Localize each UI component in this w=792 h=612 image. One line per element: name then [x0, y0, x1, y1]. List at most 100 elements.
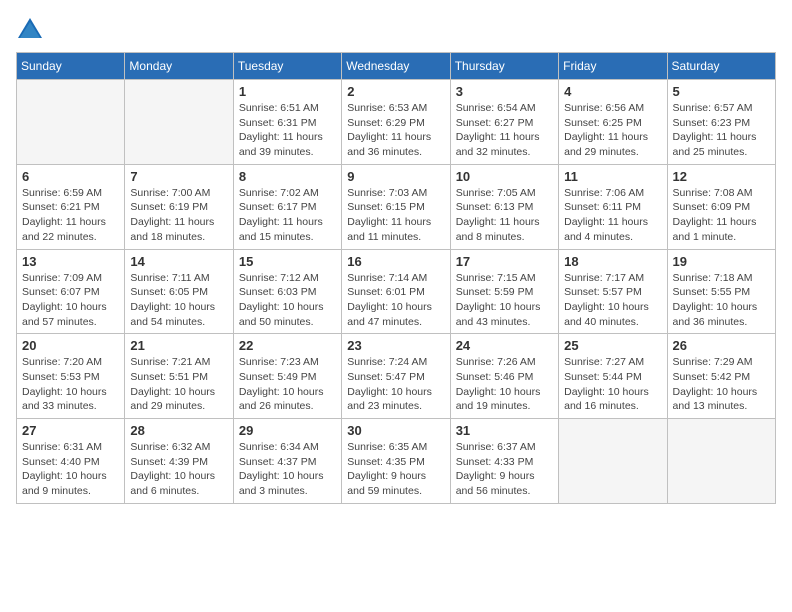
calendar-day-cell: 1Sunrise: 6:51 AM Sunset: 6:31 PM Daylig…	[233, 80, 341, 165]
calendar-day-cell: 20Sunrise: 7:20 AM Sunset: 5:53 PM Dayli…	[17, 334, 125, 419]
day-number: 12	[673, 169, 770, 184]
calendar-week-row: 6 Sunrise: 6:59 AM Sunset: 6:21 PM Daylig…	[17, 164, 776, 249]
day-info: Sunrise: 7:23 AM Sunset: 5:49 PM Dayligh…	[239, 355, 336, 414]
logo-icon	[16, 16, 44, 44]
day-number: 31	[456, 423, 553, 438]
calendar-day-cell: 4 Sunrise: 6:56 AM Sunset: 6:25 PM Daylig…	[559, 80, 667, 165]
calendar-day-cell: 23 Sunrise: 7:24 AM Sunset: 5:47 PM Dayli…	[342, 334, 450, 419]
day-info: Sunrise: 7:15 AM Sunset: 5:59 PM Dayligh…	[456, 271, 553, 330]
weekday-header-cell: Thursday	[450, 53, 558, 80]
day-number: 11	[564, 169, 661, 184]
calendar-week-row: 20Sunrise: 7:20 AM Sunset: 5:53 PM Dayli…	[17, 334, 776, 419]
day-info: Sunrise: 6:32 AM Sunset: 4:39 PM Dayligh…	[130, 440, 227, 499]
day-number: 9	[347, 169, 444, 184]
calendar-day-cell: 24 Sunrise: 7:26 AM Sunset: 5:46 PM Dayli…	[450, 334, 558, 419]
calendar-day-cell: 17 Sunrise: 7:15 AM Sunset: 5:59 PM Dayli…	[450, 249, 558, 334]
day-number: 21	[130, 338, 227, 353]
day-info: Sunrise: 7:14 AM Sunset: 6:01 PM Dayligh…	[347, 271, 444, 330]
day-info: Sunrise: 6:31 AM Sunset: 4:40 PM Dayligh…	[22, 440, 119, 499]
day-number: 7	[130, 169, 227, 184]
day-number: 17	[456, 254, 553, 269]
day-info: Sunrise: 6:34 AM Sunset: 4:37 PM Dayligh…	[239, 440, 336, 499]
calendar-day-cell	[125, 80, 233, 165]
day-number: 13	[22, 254, 119, 269]
calendar-day-cell: 3 Sunrise: 6:54 AM Sunset: 6:27 PM Daylig…	[450, 80, 558, 165]
day-info: Sunrise: 6:56 AM Sunset: 6:25 PM Dayligh…	[564, 101, 661, 160]
day-number: 27	[22, 423, 119, 438]
day-info: Sunrise: 6:53 AM Sunset: 6:29 PM Dayligh…	[347, 101, 444, 160]
calendar-day-cell: 5Sunrise: 6:57 AM Sunset: 6:23 PM Daylig…	[667, 80, 775, 165]
weekday-header-cell: Tuesday	[233, 53, 341, 80]
day-number: 1	[239, 84, 336, 99]
calendar-day-cell: 7 Sunrise: 7:00 AM Sunset: 6:19 PM Daylig…	[125, 164, 233, 249]
day-info: Sunrise: 7:12 AM Sunset: 6:03 PM Dayligh…	[239, 271, 336, 330]
day-info: Sunrise: 7:03 AM Sunset: 6:15 PM Dayligh…	[347, 186, 444, 245]
calendar-day-cell: 29 Sunrise: 6:34 AM Sunset: 4:37 PM Dayli…	[233, 419, 341, 504]
weekday-header-cell: Wednesday	[342, 53, 450, 80]
calendar-week-row: 1Sunrise: 6:51 AM Sunset: 6:31 PM Daylig…	[17, 80, 776, 165]
calendar-day-cell	[667, 419, 775, 504]
calendar-table: SundayMondayTuesdayWednesdayThursdayFrid…	[16, 52, 776, 504]
day-number: 4	[564, 84, 661, 99]
day-info: Sunrise: 7:17 AM Sunset: 5:57 PM Dayligh…	[564, 271, 661, 330]
weekday-header-cell: Friday	[559, 53, 667, 80]
day-number: 25	[564, 338, 661, 353]
day-info: Sunrise: 6:59 AM Sunset: 6:21 PM Dayligh…	[22, 186, 119, 245]
day-info: Sunrise: 7:21 AM Sunset: 5:51 PM Dayligh…	[130, 355, 227, 414]
day-number: 8	[239, 169, 336, 184]
day-info: Sunrise: 7:00 AM Sunset: 6:19 PM Dayligh…	[130, 186, 227, 245]
day-info: Sunrise: 7:08 AM Sunset: 6:09 PM Dayligh…	[673, 186, 770, 245]
day-number: 24	[456, 338, 553, 353]
day-number: 28	[130, 423, 227, 438]
calendar-week-row: 27 Sunrise: 6:31 AM Sunset: 4:40 PM Dayli…	[17, 419, 776, 504]
day-info: Sunrise: 7:05 AM Sunset: 6:13 PM Dayligh…	[456, 186, 553, 245]
calendar-day-cell: 31Sunrise: 6:37 AM Sunset: 4:33 PM Dayli…	[450, 419, 558, 504]
day-info: Sunrise: 6:54 AM Sunset: 6:27 PM Dayligh…	[456, 101, 553, 160]
day-number: 2	[347, 84, 444, 99]
day-info: Sunrise: 6:35 AM Sunset: 4:35 PM Dayligh…	[347, 440, 444, 499]
weekday-header-cell: Saturday	[667, 53, 775, 80]
calendar-day-cell: 27 Sunrise: 6:31 AM Sunset: 4:40 PM Dayli…	[17, 419, 125, 504]
calendar-day-cell	[17, 80, 125, 165]
weekday-header-cell: Sunday	[17, 53, 125, 80]
day-number: 19	[673, 254, 770, 269]
day-number: 15	[239, 254, 336, 269]
day-number: 16	[347, 254, 444, 269]
calendar-day-cell: 26Sunrise: 7:29 AM Sunset: 5:42 PM Dayli…	[667, 334, 775, 419]
day-info: Sunrise: 7:06 AM Sunset: 6:11 PM Dayligh…	[564, 186, 661, 245]
calendar-day-cell	[559, 419, 667, 504]
day-number: 29	[239, 423, 336, 438]
calendar-day-cell: 10 Sunrise: 7:05 AM Sunset: 6:13 PM Dayli…	[450, 164, 558, 249]
calendar-day-cell: 8 Sunrise: 7:02 AM Sunset: 6:17 PM Daylig…	[233, 164, 341, 249]
day-number: 3	[456, 84, 553, 99]
calendar-day-cell: 25 Sunrise: 7:27 AM Sunset: 5:44 PM Dayli…	[559, 334, 667, 419]
calendar-day-cell: 13Sunrise: 7:09 AM Sunset: 6:07 PM Dayli…	[17, 249, 125, 334]
logo	[16, 16, 46, 44]
calendar-day-cell: 2 Sunrise: 6:53 AM Sunset: 6:29 PM Daylig…	[342, 80, 450, 165]
day-info: Sunrise: 7:26 AM Sunset: 5:46 PM Dayligh…	[456, 355, 553, 414]
day-number: 14	[130, 254, 227, 269]
calendar-day-cell: 30Sunrise: 6:35 AM Sunset: 4:35 PM Dayli…	[342, 419, 450, 504]
calendar-day-cell: 9 Sunrise: 7:03 AM Sunset: 6:15 PM Daylig…	[342, 164, 450, 249]
day-info: Sunrise: 7:24 AM Sunset: 5:47 PM Dayligh…	[347, 355, 444, 414]
calendar-day-cell: 14 Sunrise: 7:11 AM Sunset: 6:05 PM Dayli…	[125, 249, 233, 334]
day-info: Sunrise: 7:02 AM Sunset: 6:17 PM Dayligh…	[239, 186, 336, 245]
calendar-day-cell: 28 Sunrise: 6:32 AM Sunset: 4:39 PM Dayli…	[125, 419, 233, 504]
calendar-day-cell: 11 Sunrise: 7:06 AM Sunset: 6:11 PM Dayli…	[559, 164, 667, 249]
day-info: Sunrise: 6:57 AM Sunset: 6:23 PM Dayligh…	[673, 101, 770, 160]
calendar-day-cell: 22Sunrise: 7:23 AM Sunset: 5:49 PM Dayli…	[233, 334, 341, 419]
day-info: Sunrise: 7:11 AM Sunset: 6:05 PM Dayligh…	[130, 271, 227, 330]
day-number: 23	[347, 338, 444, 353]
calendar-day-cell: 15 Sunrise: 7:12 AM Sunset: 6:03 PM Dayli…	[233, 249, 341, 334]
page-header	[16, 16, 776, 44]
calendar-day-cell: 12 Sunrise: 7:08 AM Sunset: 6:09 PM Dayli…	[667, 164, 775, 249]
day-info: Sunrise: 7:18 AM Sunset: 5:55 PM Dayligh…	[673, 271, 770, 330]
calendar-day-cell: 18Sunrise: 7:17 AM Sunset: 5:57 PM Dayli…	[559, 249, 667, 334]
day-info: Sunrise: 7:27 AM Sunset: 5:44 PM Dayligh…	[564, 355, 661, 414]
day-info: Sunrise: 7:29 AM Sunset: 5:42 PM Dayligh…	[673, 355, 770, 414]
day-number: 10	[456, 169, 553, 184]
day-number: 6	[22, 169, 119, 184]
calendar-day-cell: 16 Sunrise: 7:14 AM Sunset: 6:01 PM Dayli…	[342, 249, 450, 334]
calendar-day-cell: 21 Sunrise: 7:21 AM Sunset: 5:51 PM Dayli…	[125, 334, 233, 419]
calendar-day-cell: 19 Sunrise: 7:18 AM Sunset: 5:55 PM Dayli…	[667, 249, 775, 334]
